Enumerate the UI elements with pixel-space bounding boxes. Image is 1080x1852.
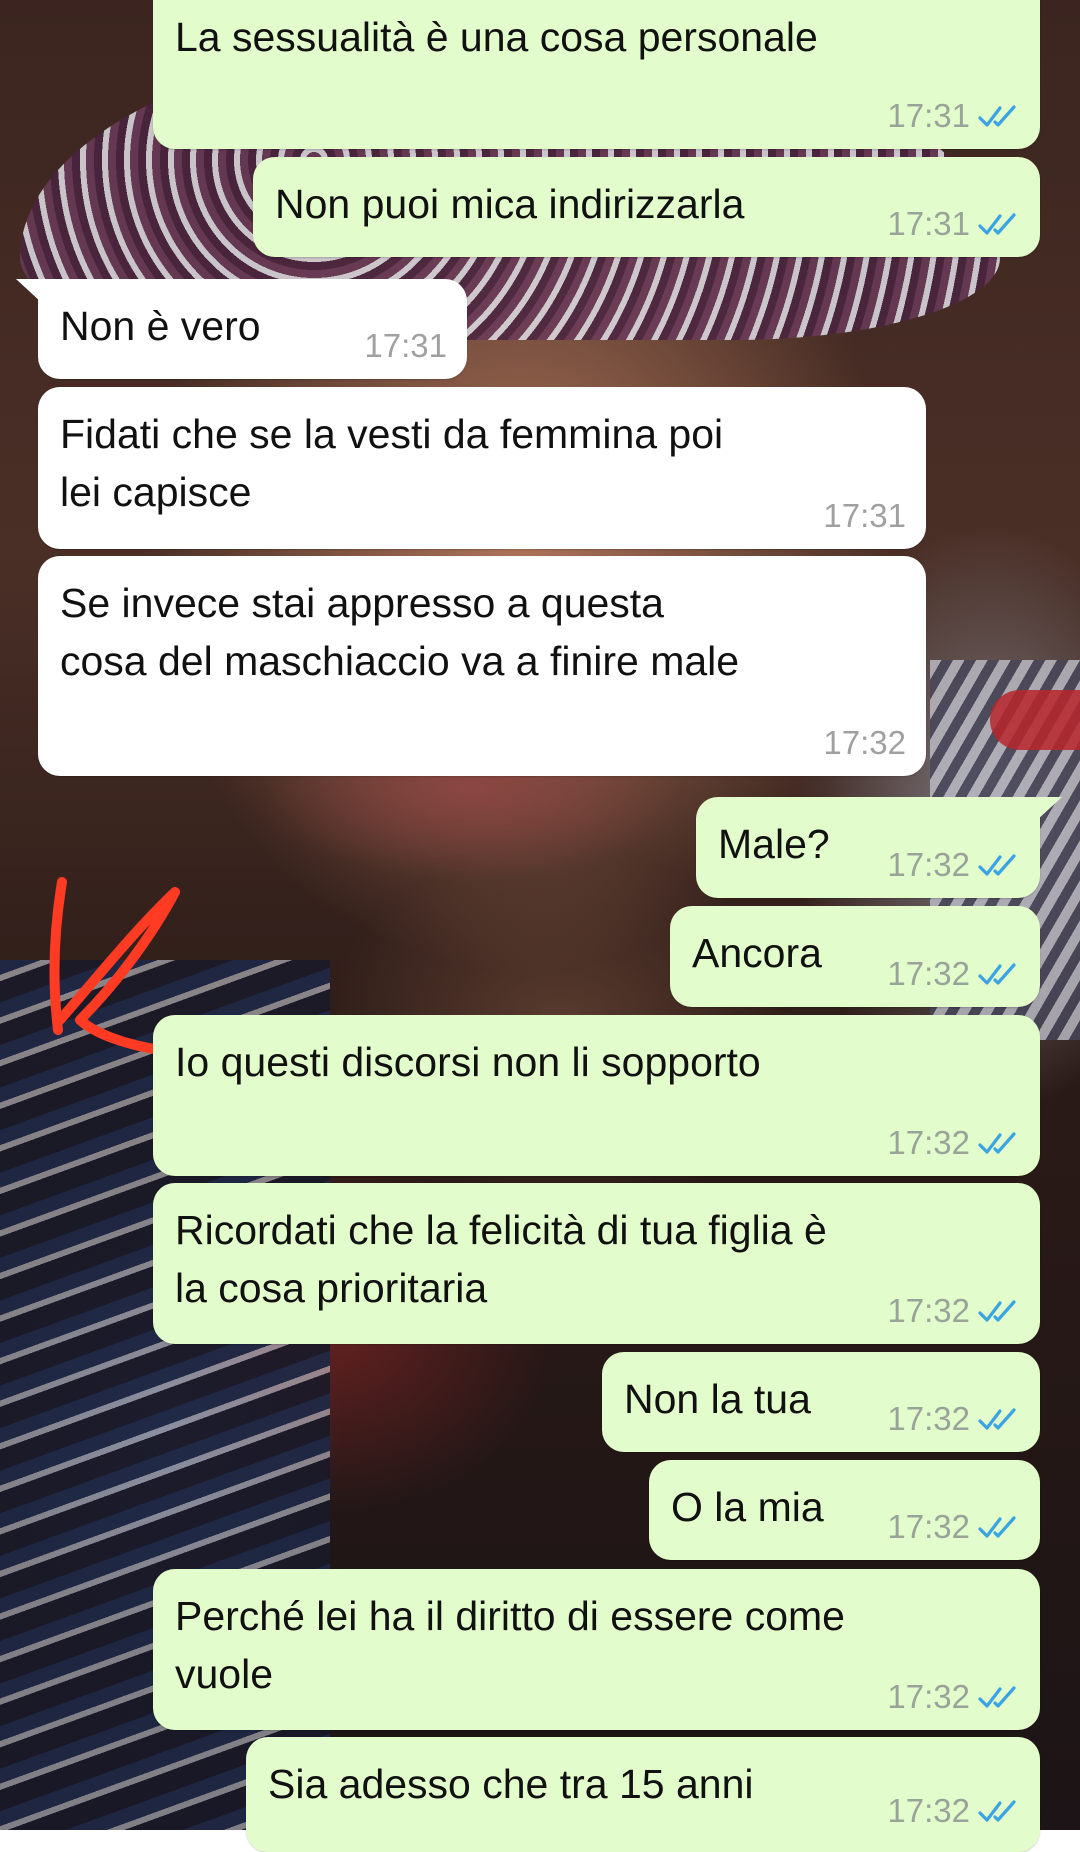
- double-check-icon: [978, 1516, 1016, 1538]
- message-text: Se invece stai appresso a questa cosa de…: [60, 580, 740, 684]
- double-check-icon: [978, 963, 1016, 985]
- message-time: 17:31: [887, 97, 970, 134]
- message-text: Fidati che se la vesti da femmina poi le…: [60, 411, 724, 515]
- message-meta: 17:31: [887, 97, 1020, 135]
- message-text: O la mia: [671, 1484, 824, 1530]
- message-text: Ricordati che la felicità di tua figlia …: [175, 1207, 827, 1311]
- message-text: Male?: [718, 821, 830, 867]
- message-bubble[interactable]: Perché lei ha il diritto di essere come …: [153, 1569, 1040, 1730]
- message-bubble[interactable]: Non la tua 17:32: [602, 1352, 1040, 1452]
- message-bubble[interactable]: Se invece stai appresso a questa cosa de…: [38, 556, 926, 776]
- message-text: Non la tua: [624, 1376, 811, 1422]
- message-meta: 17:31: [823, 497, 906, 535]
- message-meta: 17:32: [823, 724, 906, 762]
- message-text: La sessualità è una cosa personale: [175, 14, 818, 60]
- wallpaper-red-strip: [990, 690, 1080, 750]
- message-bubble[interactable]: Sia adesso che tra 15 anni 17:32: [246, 1737, 1040, 1852]
- message-time: 17:32: [887, 1292, 970, 1329]
- message-bubble[interactable]: Fidati che se la vesti da femmina poi le…: [38, 387, 926, 549]
- message-time: 17:32: [887, 1792, 970, 1829]
- message-time: 17:32: [887, 1400, 970, 1437]
- message-meta: 17:32: [887, 1292, 1020, 1330]
- message-meta: 17:31: [887, 205, 1020, 243]
- double-check-icon: [978, 1800, 1016, 1822]
- double-check-icon: [978, 1686, 1016, 1708]
- message-meta: 17:32: [887, 1124, 1020, 1162]
- message-bubble[interactable]: Non è vero 17:31: [16, 279, 467, 379]
- message-bubble[interactable]: La sessualità è una cosa personale 17:31: [153, 0, 1040, 149]
- double-check-icon: [978, 105, 1016, 127]
- double-check-icon: [978, 854, 1016, 876]
- double-check-icon: [978, 1408, 1016, 1430]
- message-meta: 17:32: [887, 1792, 1020, 1830]
- message-time: 17:32: [823, 724, 906, 761]
- message-time: 17:32: [887, 1508, 970, 1545]
- double-check-icon: [978, 1132, 1016, 1154]
- message-time: 17:31: [887, 205, 970, 242]
- message-time: 17:32: [887, 1124, 970, 1161]
- message-meta: 17:32: [887, 955, 1020, 993]
- double-check-icon: [978, 213, 1016, 235]
- message-meta: 17:32: [887, 846, 1020, 884]
- message-meta: 17:32: [887, 1508, 1020, 1546]
- message-bubble[interactable]: Io questi discorsi non li sopporto 17:32: [153, 1015, 1040, 1176]
- message-meta: 17:31: [364, 327, 447, 365]
- message-text: Ancora: [692, 930, 822, 976]
- message-text: Sia adesso che tra 15 anni: [268, 1761, 754, 1807]
- message-time: 17:32: [887, 1678, 970, 1715]
- message-meta: 17:32: [887, 1678, 1020, 1716]
- message-time: 17:31: [823, 497, 906, 534]
- message-text: Perché lei ha il diritto di essere come …: [175, 1593, 845, 1697]
- message-time: 17:31: [364, 327, 447, 364]
- message-time: 17:32: [887, 846, 970, 883]
- message-bubble[interactable]: O la mia 17:32: [649, 1460, 1040, 1560]
- double-check-icon: [978, 1300, 1016, 1322]
- message-time: 17:32: [887, 955, 970, 992]
- message-text: Io questi discorsi non li sopporto: [175, 1039, 761, 1085]
- message-bubble[interactable]: Ricordati che la felicità di tua figlia …: [153, 1183, 1040, 1344]
- message-text: Non puoi mica indirizzarla: [275, 181, 745, 227]
- bubble-tail: [16, 279, 42, 303]
- message-bubble[interactable]: Non puoi mica indirizzarla 17:31: [253, 157, 1040, 257]
- message-bubble[interactable]: Ancora 17:32: [670, 906, 1040, 1007]
- message-meta: 17:32: [887, 1400, 1020, 1438]
- message-text: Non è vero: [60, 303, 261, 349]
- bubble-tail: [1036, 797, 1062, 821]
- message-bubble[interactable]: Male? 17:32: [696, 797, 1062, 898]
